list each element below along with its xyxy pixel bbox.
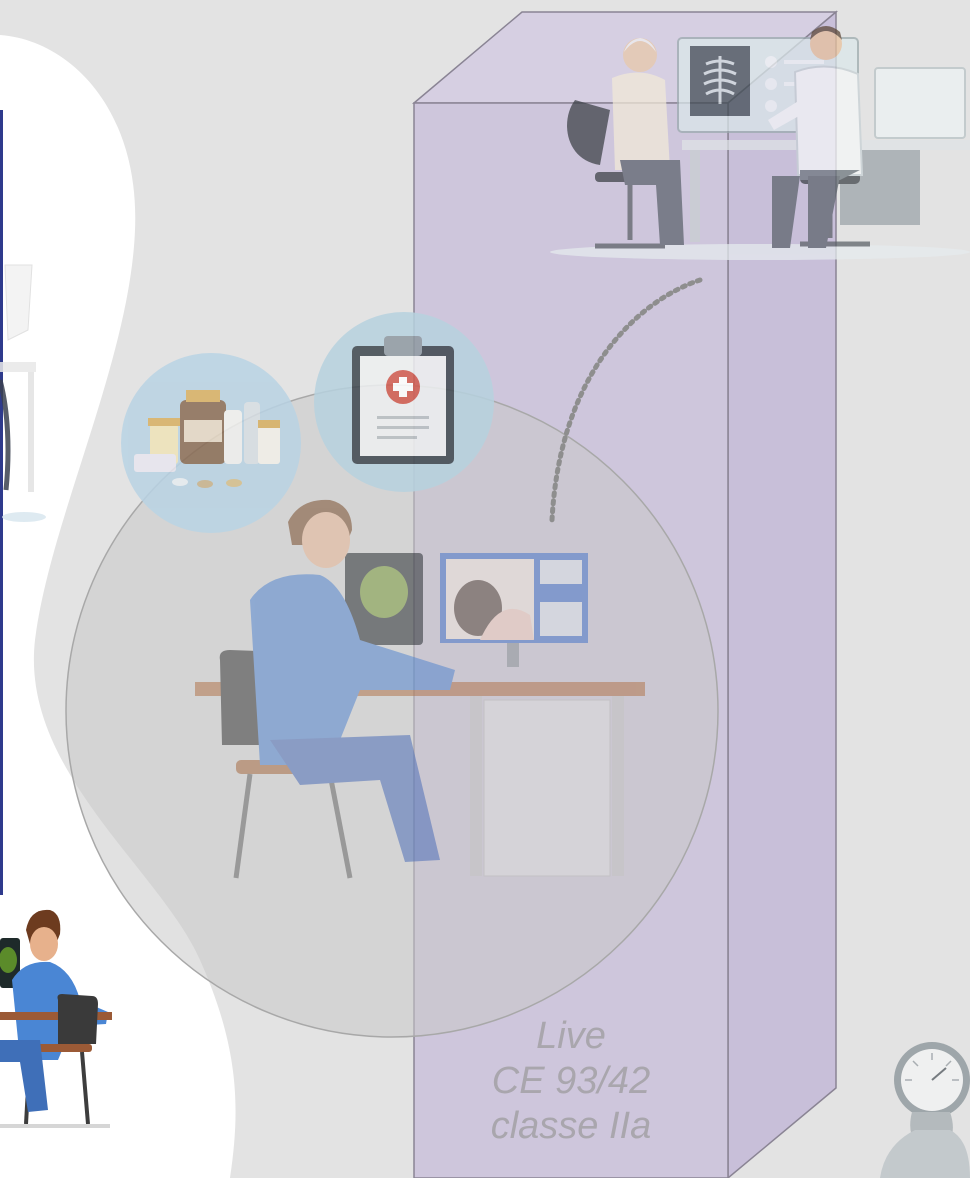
label-line-ce: CE 93/42 bbox=[491, 1060, 651, 1102]
medical-clipboard-icon bbox=[314, 312, 494, 492]
blood-pressure-gauge-icon bbox=[880, 1042, 970, 1178]
label-line-live: Live bbox=[536, 1015, 606, 1057]
certification-label: Live CE 93/42 classe IIa bbox=[414, 1014, 728, 1149]
label-line-class: classe IIa bbox=[490, 1105, 652, 1147]
medicine-bottles-icon bbox=[121, 353, 301, 533]
scene-canvas bbox=[0, 10, 970, 1178]
